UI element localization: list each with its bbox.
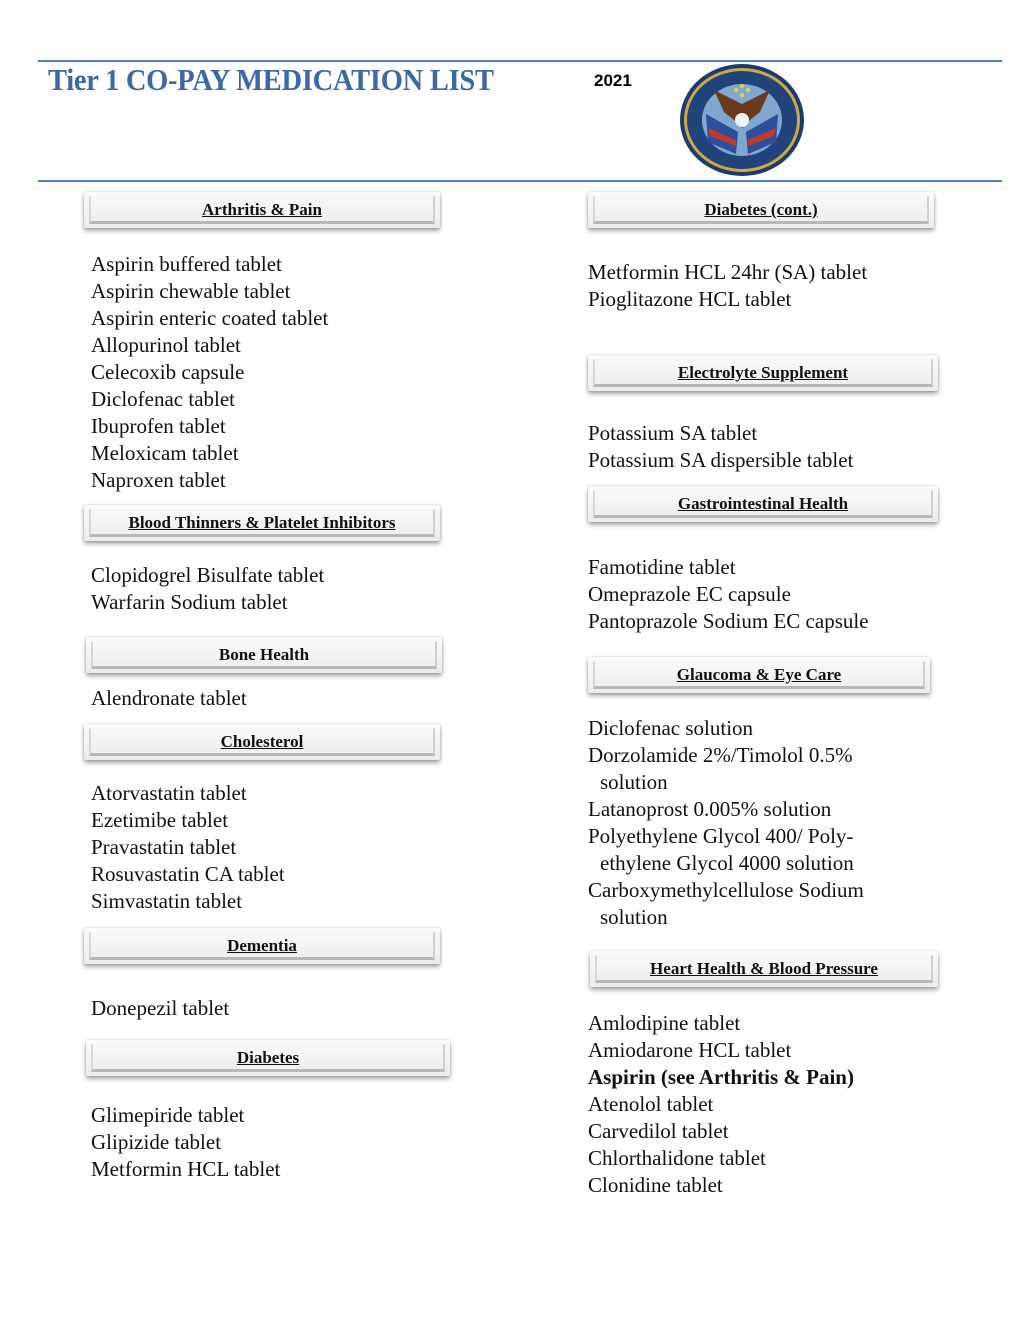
list-item: Potassium SA tablet [588, 421, 758, 445]
section-header-diabetes-cont: Diabetes (cont.) [588, 192, 934, 228]
section-header-diabetes: Diabetes [86, 1040, 450, 1076]
list-item: Atenolol tablet [588, 1092, 714, 1116]
section-header-bone-health: Bone Health [86, 637, 442, 673]
section-heading: Blood Thinners & Platelet Inhibitors [128, 513, 396, 532]
section-heading: Arthritis & Pain [202, 200, 322, 219]
section-header-cholesterol: Cholesterol [84, 724, 440, 760]
list-item: Pravastatin tablet [91, 835, 237, 859]
list-item: Naproxen tablet [91, 468, 226, 492]
list-item: Dorzolamide 2%/Timolol 0.5% [588, 743, 853, 767]
list-item: Aspirin buffered tablet [91, 252, 282, 276]
section-header-electrolyte: Electrolyte Supplement [588, 355, 938, 391]
list-item: Simvastatin tablet [91, 889, 243, 913]
section-heading: Bone Health [218, 645, 310, 664]
list-item: Glimepiride tablet [91, 1103, 245, 1127]
section-heading: Dementia [227, 936, 297, 955]
list-item: Diclofenac solution [588, 716, 754, 740]
page-title: Tier 1 CO-PAY MEDICATION LIST [48, 62, 494, 97]
medication-list-heart-health: Amlodipine tablet Amiodarone HCL tablet … [588, 1010, 854, 1199]
medication-list-diabetes-cont: Metformin HCL 24hr (SA) tablet Pioglitaz… [588, 259, 867, 313]
medication-list-gastrointestinal: Famotidine tablet Omeprazole EC capsule … [588, 554, 869, 635]
list-item-continuation: ethylene Glycol 4000 solution [600, 851, 854, 875]
section-heading: Glaucoma & Eye Care [676, 665, 842, 684]
list-item: Pioglitazone HCL tablet [588, 287, 792, 311]
list-item: Carvedilol tablet [588, 1119, 729, 1143]
list-item: Polyethylene Glycol 400/ Poly- [588, 824, 854, 848]
medication-list-electrolyte: Potassium SA tablet Potassium SA dispers… [588, 420, 853, 474]
medication-list-bone-health: Alendronate tablet [91, 685, 247, 712]
list-item: Alendronate tablet [91, 686, 247, 710]
list-item-cross-reference: Aspirin (see Arthritis & Pain) [588, 1065, 854, 1089]
list-item: Aspirin enteric coated tablet [91, 306, 329, 330]
medication-list-diabetes: Glimepiride tablet Glipizide tablet Metf… [91, 1102, 280, 1183]
list-item-continuation: solution [600, 770, 668, 794]
medication-list-dementia: Donepezil tablet [91, 995, 229, 1022]
list-item: Aspirin chewable tablet [91, 279, 291, 303]
list-item: Metformin HCL 24hr (SA) tablet [588, 260, 868, 284]
section-heading: Cholesterol [220, 732, 304, 751]
list-item: Ibuprofen tablet [91, 414, 226, 438]
va-seal-logo [680, 64, 804, 176]
medication-list-arthritis-pain: Aspirin buffered tablet Aspirin chewable… [91, 251, 328, 494]
list-item: Glipizide tablet [91, 1130, 222, 1154]
section-header-arthritis-pain: Arthritis & Pain [84, 192, 440, 228]
section-header-glaucoma-eye-care: Glaucoma & Eye Care [588, 657, 930, 693]
list-item: Rosuvastatin CA tablet [91, 862, 285, 886]
list-item: Metformin HCL tablet [91, 1157, 281, 1181]
list-item: Meloxicam tablet [91, 441, 239, 465]
section-header-gastrointestinal: Gastrointestinal Health [588, 486, 938, 522]
section-header-heart-health: Heart Health & Blood Pressure [590, 951, 938, 987]
list-item: Chlorthalidone tablet [588, 1146, 766, 1170]
medication-list-glaucoma-eye-care: Diclofenac solution Dorzolamide 2%/Timol… [588, 715, 864, 931]
section-header-dementia: Dementia [84, 928, 440, 964]
list-item: Donepezil tablet [91, 996, 230, 1020]
section-heading: Electrolyte Supplement [677, 363, 849, 382]
medication-list-cholesterol: Atorvastatin tablet Ezetimibe tablet Pra… [91, 780, 285, 915]
list-item: Clonidine tablet [588, 1173, 723, 1197]
list-item-continuation: solution [600, 905, 668, 929]
list-item: Pantoprazole Sodium EC capsule [588, 609, 869, 633]
list-item: Diclofenac tablet [91, 387, 236, 411]
medication-list-blood-thinners: Clopidogrel Bisulfate tablet Warfarin So… [91, 562, 324, 616]
section-heading: Heart Health & Blood Pressure [650, 959, 878, 978]
section-heading: Gastrointestinal Health [677, 494, 849, 513]
section-heading: Diabetes [236, 1048, 300, 1067]
header-bottom-rule [38, 180, 1002, 182]
list-item: Omeprazole EC capsule [588, 582, 791, 606]
list-item: Latanoprost 0.005% solution [588, 797, 832, 821]
year-label: 2021 [594, 71, 632, 90]
list-item: Ezetimibe tablet [91, 808, 229, 832]
list-item: Atorvastatin tablet [91, 781, 247, 805]
list-item: Amlodipine tablet [588, 1011, 741, 1035]
section-header-blood-thinners: Blood Thinners & Platelet Inhibitors [84, 505, 440, 541]
list-item: Celecoxib capsule [91, 360, 245, 384]
section-heading: Diabetes (cont.) [704, 200, 818, 219]
list-item: Allopurinol tablet [91, 333, 241, 357]
list-item: Clopidogrel Bisulfate tablet [91, 563, 325, 587]
list-item: Famotidine tablet [588, 555, 736, 579]
list-item: Amiodarone HCL tablet [588, 1038, 792, 1062]
list-item: Warfarin Sodium tablet [91, 590, 288, 614]
list-item: Carboxymethylcellulose Sodium [588, 878, 864, 902]
list-item: Potassium SA dispersible tablet [588, 448, 854, 472]
